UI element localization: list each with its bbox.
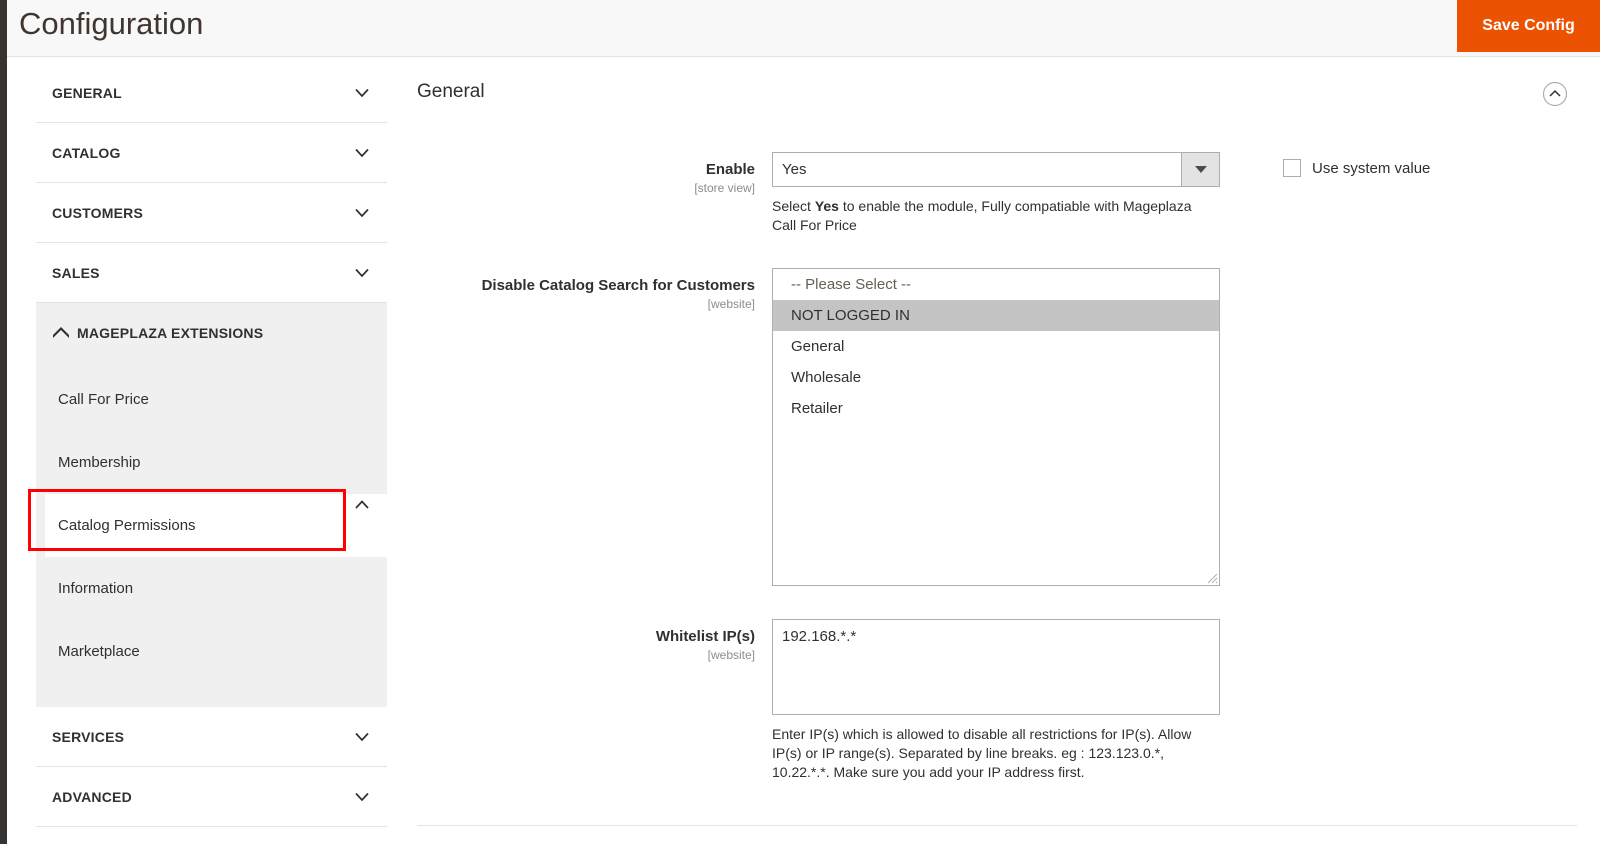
section-header-general: General (417, 63, 1577, 121)
field-row-disable-catalog-search: Disable Catalog Search for Customers [we… (417, 268, 1577, 586)
page-left-edge (0, 0, 7, 844)
sidebar-section-advanced-title: ADVANCED (36, 767, 387, 826)
multiselect-option-wholesale[interactable]: Wholesale (773, 362, 1219, 393)
field-note-emphasis: Yes (814, 198, 839, 214)
field-note-enable: Select Yes to enable the module, Fully c… (772, 197, 1212, 235)
multiselect-option-not-logged-in[interactable]: NOT LOGGED IN (773, 300, 1219, 331)
field-label-text: Whitelist IP(s) (655, 628, 755, 645)
sidebar-section-advanced[interactable]: ADVANCED (36, 767, 387, 827)
configuration-content: General Enable [store view] Yes Select Y… (417, 63, 1577, 782)
field-label-text: Enable (705, 161, 755, 178)
field-note-prefix: Select (772, 198, 815, 214)
field-scope-text: [website] (707, 297, 755, 311)
field-scope-text: [website] (707, 648, 755, 662)
multiselect-option-please-select[interactable]: -- Please Select -- (773, 269, 1219, 300)
field-label-enable: Enable [store view] (417, 152, 772, 235)
sidebar-section-label: ADVANCED (52, 788, 132, 805)
sidebar-subitem-label: Membership (58, 454, 141, 471)
sidebar-section-general-title: GENERAL (36, 63, 387, 122)
field-control-enable: Yes Select Yes to enable the module, Ful… (772, 152, 1220, 235)
sidebar-section-customers-title: CUSTOMERS (36, 183, 387, 242)
page-title: Configuration (19, 6, 204, 41)
field-label-text: Disable Catalog Search for Customers (481, 277, 755, 294)
save-config-button[interactable]: Save Config (1457, 0, 1600, 52)
multiselect-option-retailer[interactable]: Retailer (773, 393, 1219, 424)
field-control-whitelist-ips: Enter IP(s) which is allowed to disable … (772, 619, 1220, 782)
whitelist-ips-textarea[interactable] (772, 619, 1220, 715)
sidebar-mageplaza-sublist: Call For Price Membership Catalog Permis… (36, 362, 387, 707)
page-header: Configuration Save Config (7, 0, 1600, 57)
sidebar-section-services-title: SERVICES (36, 707, 387, 766)
content-bottom-divider (417, 825, 1577, 826)
multiselect-option-label: NOT LOGGED IN (791, 307, 910, 324)
chevron-up-circle-icon[interactable] (1542, 81, 1568, 107)
sidebar-section-sales-title: SALES (36, 243, 387, 302)
use-system-value-enable: Use system value (1283, 159, 1430, 177)
multiselect-option-label: Wholesale (791, 369, 862, 386)
sidebar-section-label: MAGEPLAZA EXTENSIONS (77, 324, 264, 341)
multiselect-option-general[interactable]: General (773, 331, 1219, 362)
field-control-disable-catalog-search: -- Please Select -- NOT LOGGED IN Genera… (772, 268, 1220, 586)
sidebar-section-services[interactable]: SERVICES (36, 707, 387, 767)
sidebar-item-membership[interactable]: Membership (36, 431, 387, 494)
sidebar-section-mageplaza-extensions[interactable]: MAGEPLAZA EXTENSIONS Call For Price Memb… (36, 303, 387, 707)
whitelist-ips-wrap (772, 619, 1220, 715)
field-note-whitelist-ips: Enter IP(s) which is allowed to disable … (772, 726, 1192, 780)
sidebar-subitem-label: Information (58, 580, 134, 597)
resize-handle-icon[interactable] (1204, 570, 1218, 584)
sidebar-section-label: CATALOG (52, 144, 121, 161)
sidebar-subitem-label: Call For Price (58, 391, 149, 408)
sidebar-section-sales[interactable]: SALES (36, 243, 387, 303)
field-row-whitelist-ips: Whitelist IP(s) [website] Enter IP(s) wh… (417, 619, 1577, 782)
multiselect-option-label: Retailer (791, 400, 843, 417)
mageplaza-logo-icon (53, 327, 69, 338)
sidebar-subitem-label: Marketplace (58, 643, 140, 660)
configuration-sidebar: GENERAL CATALOG CUSTOMERS SALES MAGEPLAZ… (36, 63, 387, 827)
sidebar-section-label: GENERAL (52, 84, 122, 101)
sidebar-item-information[interactable]: Information (36, 557, 387, 620)
sidebar-item-marketplace[interactable]: Marketplace (36, 620, 387, 683)
field-label-disable-catalog-search: Disable Catalog Search for Customers [we… (417, 268, 772, 586)
sidebar-subitem-label: Catalog Permissions (58, 517, 196, 534)
multiselect-option-label: -- Please Select -- (791, 276, 912, 293)
page-section-title: General (417, 81, 485, 102)
enable-select-wrap: Yes (772, 152, 1220, 187)
sidebar-section-label: SALES (52, 264, 100, 281)
sidebar-item-call-for-price[interactable]: Call For Price (36, 368, 387, 431)
sidebar-item-catalog-permissions[interactable]: Catalog Permissions (45, 494, 387, 557)
customer-groups-multiselect[interactable]: -- Please Select -- NOT LOGGED IN Genera… (772, 268, 1220, 586)
sidebar-section-label: CUSTOMERS (52, 204, 143, 221)
use-system-value-label: Use system value (1312, 159, 1431, 177)
field-row-enable: Enable [store view] Yes Select Yes to en… (417, 152, 1577, 235)
sidebar-section-general[interactable]: GENERAL (36, 63, 387, 123)
sidebar-section-label: SERVICES (52, 728, 125, 745)
use-system-value-checkbox[interactable] (1283, 159, 1301, 177)
sidebar-section-catalog[interactable]: CATALOG (36, 123, 387, 183)
configuration-page: Configuration Save Config GENERAL CATALO… (0, 0, 1600, 844)
sidebar-section-customers[interactable]: CUSTOMERS (36, 183, 387, 243)
enable-select[interactable]: Yes (772, 152, 1220, 187)
multiselect-option-label: General (791, 338, 845, 355)
sidebar-section-catalog-title: CATALOG (36, 123, 387, 182)
field-scope-text: [store view] (694, 181, 755, 195)
field-label-whitelist-ips: Whitelist IP(s) [website] (417, 619, 772, 782)
sidebar-section-mageplaza-title: MAGEPLAZA EXTENSIONS (36, 303, 387, 362)
